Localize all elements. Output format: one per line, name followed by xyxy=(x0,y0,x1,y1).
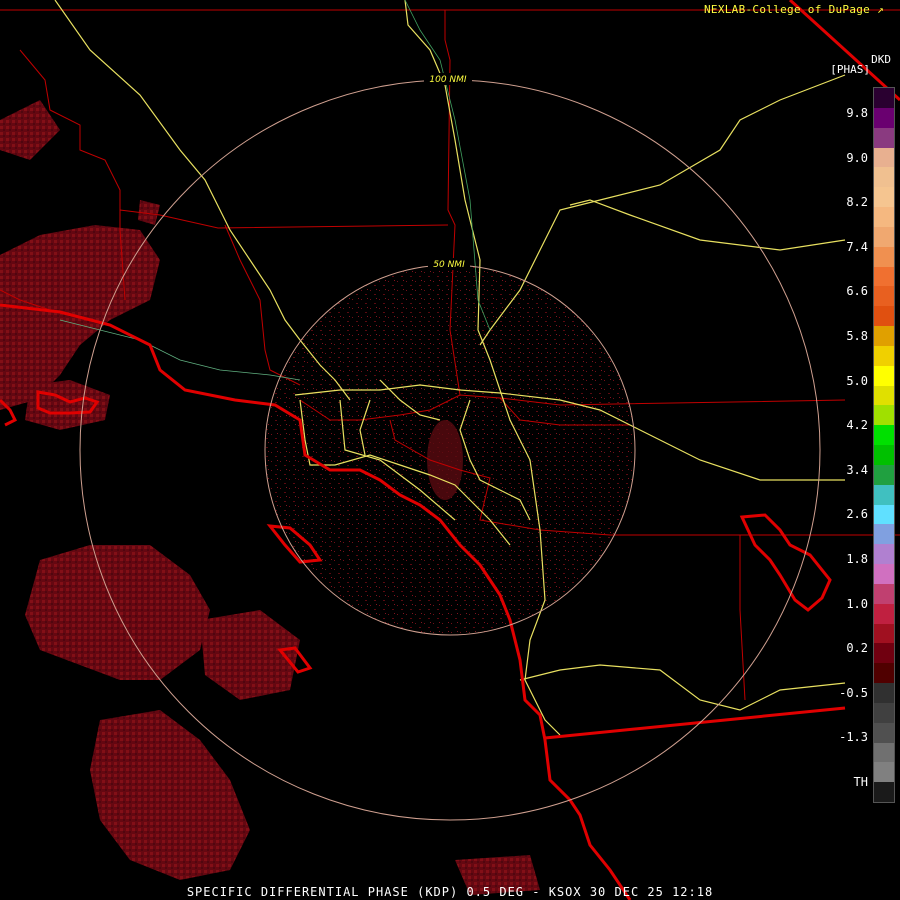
scale-swatch xyxy=(874,782,894,803)
external-link-icon[interactable]: ↗ xyxy=(877,3,884,16)
scale-swatch xyxy=(874,326,894,347)
scale-swatch xyxy=(874,504,894,525)
scale-tick-label: 7.4 xyxy=(846,239,868,254)
scale-tick-label: TH xyxy=(853,775,868,789)
scale-swatch xyxy=(874,167,894,188)
scale-swatch xyxy=(874,107,894,129)
scale-swatch xyxy=(874,246,894,267)
scale-swatch xyxy=(874,564,894,585)
river-line-west xyxy=(59,319,301,381)
scale-tick-label: 6.6 xyxy=(846,284,868,299)
scale-swatch xyxy=(874,266,894,287)
scale-swatch xyxy=(874,226,894,248)
credit-label: NEXLAB-College of DuPage ↗ xyxy=(704,3,884,16)
scale-swatch xyxy=(874,583,894,605)
scale-swatch xyxy=(874,484,894,505)
scale-tick-label: 5.0 xyxy=(846,373,868,388)
scale-tick-label: -1.3 xyxy=(839,730,868,745)
scale-swatch xyxy=(874,742,894,763)
scale-swatch xyxy=(874,147,894,168)
scale-swatch xyxy=(874,663,894,684)
scale-tick-label: 1.0 xyxy=(846,596,868,611)
scale-swatch xyxy=(874,365,894,386)
scale-swatch xyxy=(874,127,894,148)
scale-swatch xyxy=(874,464,894,486)
scale-swatch xyxy=(874,187,894,208)
scale-swatch xyxy=(874,544,894,565)
scale-tick-label: 5.8 xyxy=(846,329,868,343)
scale-tick-label: 9.0 xyxy=(846,150,868,165)
credit-text: NEXLAB-College of DuPage xyxy=(703,3,871,16)
scale-swatch xyxy=(874,722,894,743)
scale-swatch xyxy=(874,425,894,446)
scale-tick-label: 8.2 xyxy=(846,195,868,210)
scale-tick-label: 9.8 xyxy=(846,106,868,120)
scale-swatch xyxy=(874,762,894,783)
color-scale xyxy=(873,87,895,803)
scale-swatch xyxy=(874,405,894,426)
scale-tick-label: 4.2 xyxy=(846,418,868,433)
product-unit: [PHAS] xyxy=(830,63,870,76)
scale-swatch xyxy=(874,643,894,664)
scale-tick-label: 2.6 xyxy=(846,507,868,522)
radar-map: 100 NMI 50 NMI xyxy=(0,0,900,900)
scale-swatch xyxy=(874,524,894,545)
scale-swatch xyxy=(874,702,894,724)
scale-tick-label: -0.5 xyxy=(839,685,868,700)
product-caption: SPECIFIC DIFFERENTIAL PHASE (KDP) 0.5 DE… xyxy=(186,885,714,899)
scale-swatch xyxy=(874,385,894,406)
scale-swatch xyxy=(874,683,894,704)
scale-swatch xyxy=(874,623,894,644)
scale-swatch xyxy=(874,88,894,109)
scale-swatch xyxy=(874,603,894,624)
scale-swatch xyxy=(874,306,894,327)
product-code: DKD xyxy=(871,53,891,66)
ring-label-100: 100 NMI xyxy=(429,75,467,85)
scale-tick-label: 1.8 xyxy=(846,552,868,566)
scale-swatch xyxy=(874,445,894,466)
ring-label-50: 50 NMI xyxy=(433,260,465,270)
scale-tick-label: 0.2 xyxy=(846,641,868,656)
radar-display: 100 NMI 50 NMI NEXLAB-College of DuPage … xyxy=(0,0,900,900)
scale-swatch xyxy=(874,207,894,228)
scale-swatch xyxy=(874,345,894,367)
scale-tick-label: 3.4 xyxy=(846,462,868,477)
scale-swatch xyxy=(874,286,894,307)
